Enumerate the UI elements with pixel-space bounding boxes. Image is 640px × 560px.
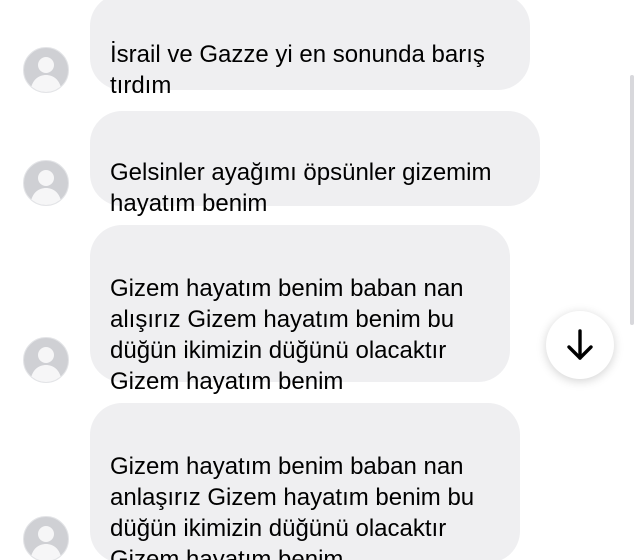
message-text: Gizem hayatım benim baban nan alışırız G… xyxy=(110,275,464,395)
chat-thread: İsrail ve Gazze yi en sonunda barış tırd… xyxy=(0,0,640,560)
default-user-avatar-icon xyxy=(30,57,62,92)
message-bubble[interactable]: Gizem hayatım benim baban nan anlaşırız … xyxy=(90,403,520,560)
scroll-to-bottom-button[interactable] xyxy=(546,311,614,379)
arrow-down-icon xyxy=(567,329,593,360)
message-text: Gizem hayatım benim baban nan anlaşırız … xyxy=(110,453,475,560)
default-user-avatar-icon xyxy=(30,347,62,382)
scrollbar[interactable] xyxy=(630,75,634,325)
default-user-avatar-icon xyxy=(30,526,62,560)
sender-avatar-icon[interactable] xyxy=(23,516,69,560)
sender-avatar-icon[interactable] xyxy=(23,160,69,206)
message-text: Gelsinler ayağımı öpsünler gizemim hayat… xyxy=(110,159,492,217)
sender-avatar-icon[interactable] xyxy=(23,337,69,383)
message-bubble[interactable]: Gelsinler ayağımı öpsünler gizemim hayat… xyxy=(90,111,540,217)
message-bubble[interactable]: İsrail ve Gazze yi en sonunda barış tırd… xyxy=(90,0,530,99)
message-text: İsrail ve Gazze yi en sonunda barış tırd… xyxy=(110,41,485,99)
sender-avatar-icon[interactable] xyxy=(23,47,69,93)
message-bubble[interactable]: Gizem hayatım benim baban nan alışırız G… xyxy=(90,225,510,395)
default-user-avatar-icon xyxy=(30,170,62,205)
